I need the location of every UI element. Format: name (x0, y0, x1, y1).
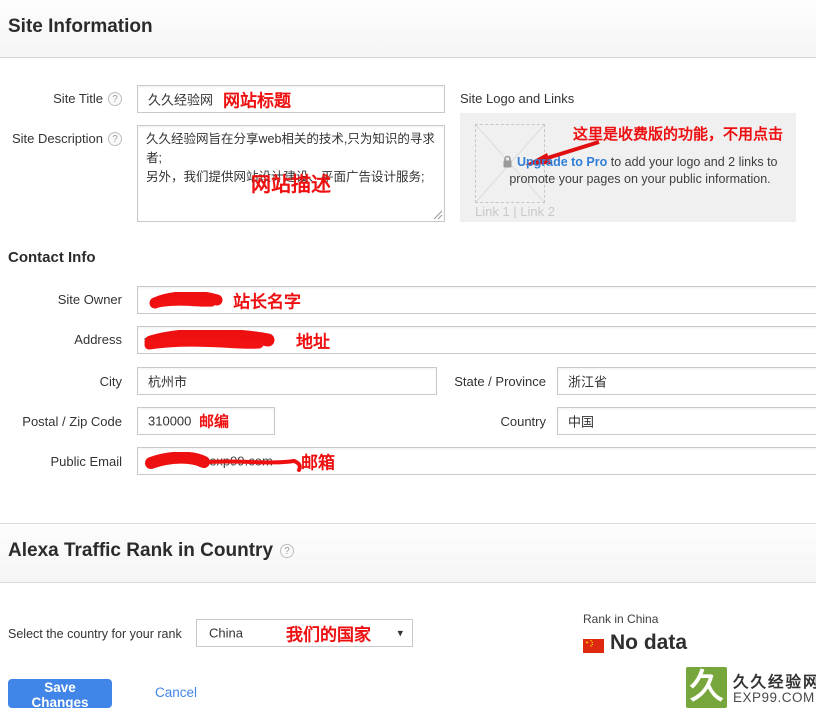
address-label: Address (0, 332, 122, 347)
city-label: City (0, 374, 122, 389)
cancel-link[interactable]: Cancel (155, 685, 197, 700)
public-email-label: Public Email (0, 454, 122, 469)
site-description-textarea[interactable]: 久久经验网旨在分享web相关的技术,只为知识的寻求者; 另外，我们提供网站设计建… (137, 125, 445, 222)
address-input[interactable]: 地址 (137, 326, 816, 354)
site-owner-annotation: 站长名字 (233, 288, 301, 313)
redaction-scribble (142, 330, 278, 353)
help-icon[interactable]: ? (108, 132, 122, 146)
site-owner-label: Site Owner (0, 292, 122, 307)
site-title-annotation: 网站标题 (223, 87, 291, 112)
state-province-input[interactable]: 浙江省 (557, 367, 816, 395)
site-owner-input[interactable]: 站长名字 (137, 286, 816, 314)
site-description-annotation: 网站描述 (138, 176, 444, 195)
state-province-value: 浙江省 (568, 372, 607, 391)
rank-in-country-label: Rank in China (583, 612, 658, 626)
page-header: Site Information (0, 0, 816, 58)
site-title-label: Site Title ? (0, 91, 122, 106)
postal-zip-value: 310000 (148, 414, 191, 429)
exp99-logo-name: 久久经验网 (733, 670, 816, 692)
site-logo-links-label: Site Logo and Links (460, 91, 574, 106)
china-flag-icon (583, 639, 604, 653)
country-value: 中国 (568, 412, 594, 431)
select-country-label: Select the country for your rank (8, 627, 182, 641)
upgrade-text: Upgrade to Pro to add your logo and 2 li… (488, 154, 792, 188)
help-icon[interactable]: ? (280, 544, 294, 558)
site-title-input[interactable]: 久久经验网 网站标题 (137, 85, 445, 113)
country-input[interactable]: 中国 (557, 407, 816, 435)
site-description-line1: 久久经验网旨在分享web相关的技术,只为知识的寻求者; (146, 130, 436, 168)
city-value: 杭州市 (148, 372, 187, 391)
help-icon[interactable]: ? (108, 92, 122, 106)
redaction-scribble (146, 292, 228, 310)
site-information-page: Site Information Site Title ? 久久经验网 网站标题… (0, 0, 816, 712)
rank-value: No data (610, 631, 687, 655)
email-annotation: 邮箱 (301, 449, 335, 474)
lock-icon (502, 155, 513, 168)
postal-zip-label: Postal / Zip Code (0, 414, 122, 429)
selected-country: China (209, 626, 243, 641)
country-select-annotation: 我们的国家 (286, 621, 371, 646)
upgrade-to-pro-link[interactable]: Upgrade to Pro (517, 155, 607, 169)
redaction-scribble (144, 452, 316, 473)
link-placeholders: Link 1 | Link 2 (475, 204, 555, 219)
exp99-logo-domain: EXP99.COM (733, 690, 815, 705)
site-logo-links-panel: 这里是收费版的功能，不用点击 Upgrade to Pro to add you… (460, 113, 796, 222)
page-title: Site Information (8, 16, 153, 38)
public-email-input[interactable]: @exp99.com 邮箱 (137, 447, 816, 475)
address-annotation: 地址 (296, 328, 330, 353)
site-title-value: 久久经验网 (148, 90, 213, 109)
state-province-label: State / Province (422, 374, 546, 389)
resize-handle-icon[interactable] (433, 210, 443, 220)
city-input[interactable]: 杭州市 (137, 367, 437, 395)
contact-info-heading: Contact Info (8, 249, 96, 266)
postal-annotation: 邮编 (199, 411, 229, 432)
save-changes-button[interactable]: Save Changes (8, 679, 112, 708)
country-label: Country (422, 414, 546, 429)
country-rank-select[interactable]: China 我们的国家 ▾ (196, 619, 413, 647)
alexa-rank-title: Alexa Traffic Rank in Country (8, 540, 273, 562)
chevron-down-icon: ▾ (397, 627, 403, 640)
exp99-logo-mark: 久 (686, 667, 727, 708)
postal-zip-input[interactable]: 310000 邮编 (137, 407, 275, 435)
alexa-rank-header: Alexa Traffic Rank in Country ? (0, 523, 816, 583)
site-description-label: Site Description ? (0, 131, 122, 146)
